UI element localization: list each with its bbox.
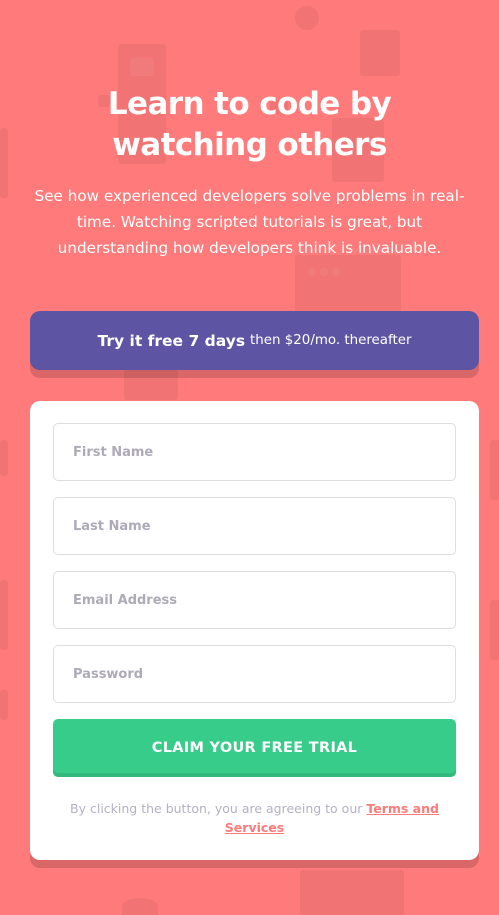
last-name-field[interactable] xyxy=(53,497,456,555)
first-name-field[interactable] xyxy=(53,423,456,481)
hero-title-line1: Learn to code by xyxy=(107,86,392,122)
password-field[interactable] xyxy=(53,645,456,703)
email-field[interactable] xyxy=(53,571,456,629)
hero-title-line2: watching others xyxy=(112,127,387,163)
terms-notice: By clicking the button, you are agreeing… xyxy=(60,799,449,837)
promo-highlight: Try it free 7 days xyxy=(97,331,246,350)
trial-promo-banner: Try it free 7 days then $20/mo. thereaft… xyxy=(30,311,479,370)
hero-description: See how experienced developers solve pro… xyxy=(34,187,465,257)
hero-title: Learn to code by watching others xyxy=(50,84,449,166)
password-input[interactable] xyxy=(73,646,455,702)
signup-form: CLAIM YOUR FREE TRIAL By clicking the bu… xyxy=(30,401,479,860)
email-input[interactable] xyxy=(73,572,455,628)
last-name-input[interactable] xyxy=(73,498,455,554)
terms-prefix: By clicking the button, you are agreeing… xyxy=(70,801,367,816)
claim-trial-button[interactable]: CLAIM YOUR FREE TRIAL xyxy=(53,719,456,777)
promo-price-text: then $20/mo. thereafter xyxy=(250,333,412,348)
first-name-input[interactable] xyxy=(73,424,455,480)
